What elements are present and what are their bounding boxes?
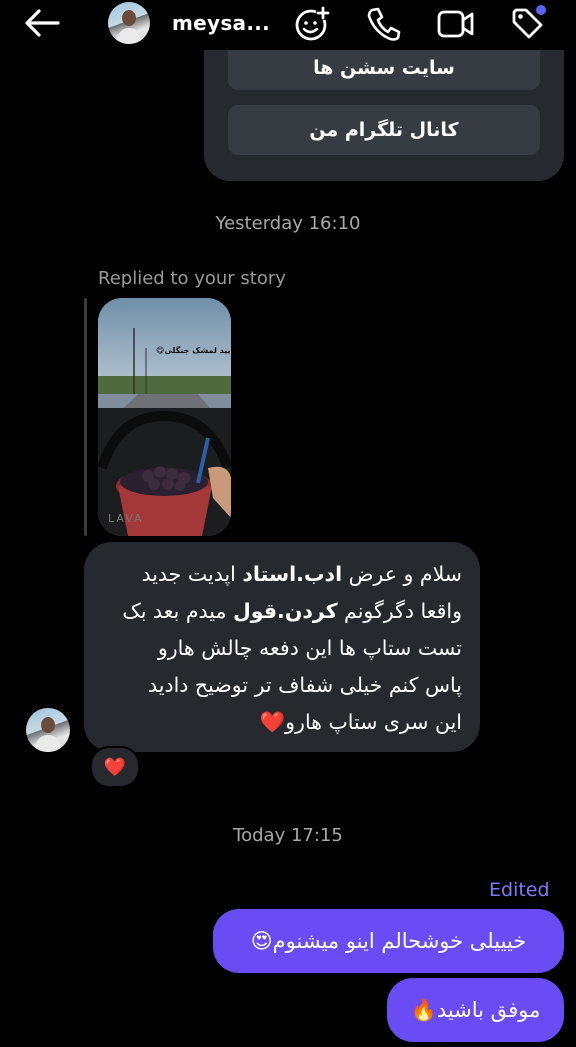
sender-avatar[interactable] bbox=[26, 708, 70, 752]
heart-eyes-emoji: 😍 bbox=[250, 929, 273, 953]
story-thumbnail[interactable]: بفرمایید لمشک جنگلی😋 LAVA bbox=[98, 298, 231, 536]
effects-button[interactable] bbox=[292, 4, 332, 42]
incoming-message-bubble[interactable]: سلام و عرض ادب.استاد اپدیت جدید واقعا دگ… bbox=[84, 542, 480, 752]
outgoing-message-2[interactable]: موفق باشید 🔥 bbox=[387, 978, 564, 1042]
outgoing-message-1[interactable]: خیییلی خوشحالم اینو میشنوم 😍 bbox=[213, 909, 564, 973]
incoming-message-text: سلام و عرض ادب.استاد اپدیت جدید واقعا دگ… bbox=[122, 562, 462, 734]
tag-icon bbox=[512, 5, 546, 39]
contact-avatar[interactable] bbox=[108, 2, 150, 44]
story-watermark: LAVA bbox=[108, 512, 144, 525]
edited-label: Edited bbox=[489, 879, 550, 901]
video-call-button[interactable] bbox=[436, 4, 476, 42]
telegram-channel-button[interactable]: کانال تلگرام من bbox=[228, 105, 540, 155]
chat-header bbox=[0, 0, 576, 50]
replied-story-label: Replied to your story bbox=[98, 268, 286, 289]
reply-indicator-bar bbox=[84, 298, 87, 536]
notification-dot-icon bbox=[536, 5, 546, 15]
timestamp-today: Today 17:15 bbox=[233, 825, 343, 846]
outgoing-message-2-text: موفق باشید bbox=[436, 998, 541, 1022]
back-button[interactable] bbox=[22, 6, 62, 40]
audio-call-button[interactable] bbox=[364, 4, 404, 42]
message-reaction[interactable]: ❤️ bbox=[90, 746, 140, 788]
story-caption: بفرمایید لمشک جنگلی😋 bbox=[156, 346, 231, 355]
heart-emoji: ❤️ bbox=[259, 710, 286, 734]
heart-reaction-icon: ❤️ bbox=[103, 756, 127, 778]
video-icon bbox=[437, 10, 474, 38]
fire-emoji: 🔥 bbox=[410, 997, 437, 1022]
back-arrow-icon bbox=[25, 9, 60, 37]
add-effect-icon bbox=[295, 6, 330, 41]
link-card: سایت سشن ها کانال تلگرام من bbox=[204, 28, 564, 181]
contact-username[interactable]: meysa... bbox=[172, 11, 270, 35]
phone-icon bbox=[367, 7, 401, 41]
outgoing-message-1-text: خیییلی خوشحالم اینو میشنوم bbox=[272, 929, 527, 953]
tag-button[interactable] bbox=[508, 4, 548, 42]
timestamp-yesterday: Yesterday 16:10 bbox=[215, 213, 361, 234]
